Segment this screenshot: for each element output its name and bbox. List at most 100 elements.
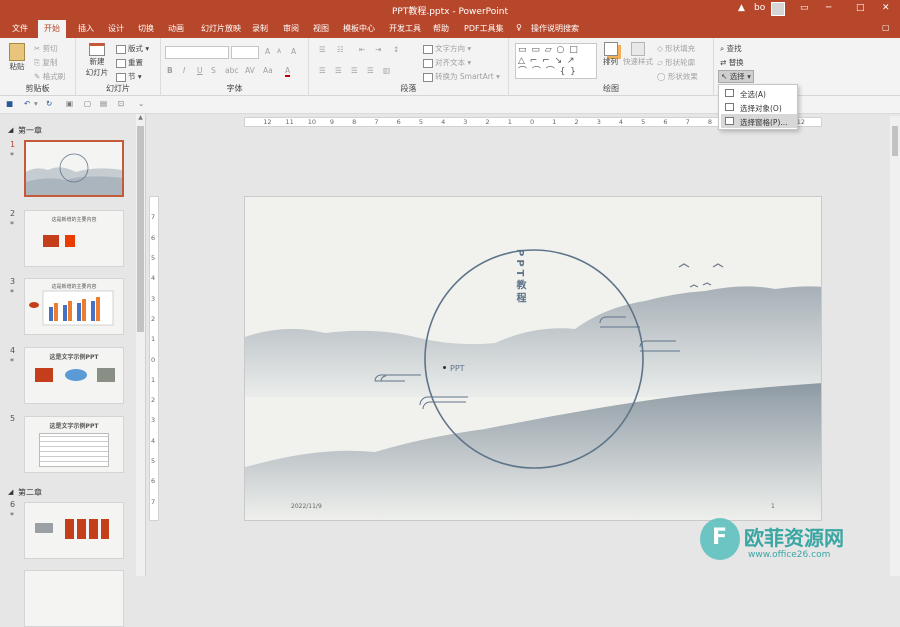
strikethrough-button[interactable]: S bbox=[211, 66, 216, 75]
shapes-gallery[interactable]: ▭ ▭ ▱ ○ □ △ ⌐ ⌐ ↘ ↗ ⌒ ⌒ ⌒ { } bbox=[515, 43, 597, 79]
change-case-button[interactable]: Aa bbox=[263, 66, 273, 75]
increase-indent-icon[interactable]: ⇥ bbox=[375, 45, 381, 54]
text-direction-button[interactable]: 文字方向 ▾ bbox=[423, 43, 471, 54]
font-size-box[interactable] bbox=[231, 46, 259, 59]
grow-font-button[interactable]: A bbox=[265, 47, 270, 56]
align-center-icon[interactable]: ☰ bbox=[335, 66, 342, 75]
slide-date[interactable]: 2022/11/9 bbox=[291, 503, 322, 510]
slide-thumbnail-3[interactable]: 这是新增的主要内容 bbox=[24, 278, 124, 335]
replace-button[interactable]: ⇄ 替换 bbox=[720, 57, 744, 68]
new-slide-button[interactable]: 新建 幻灯片 bbox=[82, 43, 112, 78]
decrease-indent-icon[interactable]: ⇤ bbox=[359, 45, 365, 54]
slide-thumbnail-7[interactable] bbox=[24, 570, 124, 627]
new-slide-qat-icon[interactable]: ▢ bbox=[84, 99, 91, 108]
section-header-1[interactable]: 第一章 bbox=[18, 125, 42, 136]
start-slideshow-icon[interactable]: ▣ bbox=[66, 99, 73, 108]
tab-home[interactable]: 开始 bbox=[38, 20, 66, 38]
tab-animations[interactable]: 动画 bbox=[168, 23, 184, 34]
close-button[interactable]: ✕ bbox=[882, 3, 890, 13]
menu-item-select-objects[interactable]: 选择对象(O) bbox=[721, 100, 797, 114]
justify-icon[interactable]: ☰ bbox=[367, 66, 374, 75]
select-button[interactable]: ↖ 选择 ▾ bbox=[718, 70, 754, 83]
tab-pdf-tools[interactable]: PDF工具集 bbox=[464, 23, 504, 34]
shape-outline-button[interactable]: ▱ 形状轮廓 bbox=[657, 57, 695, 68]
line-spacing-icon[interactable]: ↕ bbox=[393, 45, 399, 54]
tab-file[interactable]: 文件 bbox=[12, 23, 28, 34]
menu-item-select-all[interactable]: 全选(A) bbox=[721, 86, 797, 100]
minimize-button[interactable]: ─ bbox=[826, 3, 831, 13]
char-spacing-button[interactable]: AV bbox=[245, 66, 255, 75]
tab-slideshow[interactable]: 幻灯片放映 bbox=[201, 23, 241, 34]
tab-template-center[interactable]: 模板中心 bbox=[343, 23, 375, 34]
font-name-box[interactable] bbox=[165, 46, 229, 59]
slide-page-number[interactable]: 1 bbox=[771, 503, 775, 510]
scrollbar-thumb[interactable] bbox=[137, 126, 144, 332]
layout-button[interactable]: 版式 ▾ bbox=[116, 43, 149, 54]
editor-scrollbar[interactable] bbox=[890, 116, 900, 576]
tab-view[interactable]: 视图 bbox=[313, 23, 329, 34]
copy-button[interactable]: ⎘ 复制 bbox=[34, 57, 57, 68]
maximize-button[interactable]: □ bbox=[856, 3, 865, 13]
section-collapse-icon[interactable]: ◢ bbox=[8, 488, 13, 496]
thumbnail-scrollbar[interactable]: ▲ bbox=[136, 114, 145, 576]
font-color-button[interactable]: A bbox=[285, 66, 291, 77]
redo-icon[interactable]: ↻ bbox=[46, 99, 52, 108]
slide-thumbnail-2[interactable]: 这是新增的主要内容 bbox=[24, 210, 124, 267]
bold-button[interactable]: B bbox=[167, 66, 173, 75]
reset-button[interactable]: 重置 bbox=[116, 57, 143, 68]
quick-styles-button[interactable]: 快速样式 bbox=[623, 42, 653, 67]
picture-icon[interactable]: ▤ bbox=[100, 99, 107, 108]
clear-format-button[interactable]: A bbox=[291, 47, 296, 56]
numbering-icon[interactable]: ☷ bbox=[337, 45, 344, 54]
touch-mode-icon[interactable]: ⊡ bbox=[118, 99, 124, 108]
tab-insert[interactable]: 插入 bbox=[78, 23, 94, 34]
slide-thumbnail-5[interactable]: 这是文字示例PPT bbox=[24, 416, 124, 473]
smartart-button[interactable]: 转换为 SmartArt ▾ bbox=[423, 71, 500, 82]
menu-item-selection-pane[interactable]: 选择窗格(P)... bbox=[721, 114, 797, 128]
section-button[interactable]: 节 ▾ bbox=[116, 71, 142, 82]
slide-thumbnail-4[interactable]: 这是文字示例PPT bbox=[24, 347, 124, 404]
undo-dropdown-icon[interactable]: ▾ bbox=[34, 99, 38, 108]
tab-record[interactable]: 录制 bbox=[252, 23, 268, 34]
comments-icon[interactable]: ▢ bbox=[882, 23, 890, 32]
slide-canvas[interactable]: PPT教程 PPT 2022/11/9 1 bbox=[244, 196, 822, 521]
cut-button[interactable]: ✂ 剪切 bbox=[34, 43, 58, 54]
shrink-font-button[interactable]: A bbox=[277, 48, 281, 55]
tell-me-icon[interactable]: ♀ bbox=[516, 23, 522, 32]
slide-thumbnail-1[interactable] bbox=[24, 140, 124, 197]
align-text-button[interactable]: 对齐文本 ▾ bbox=[423, 57, 471, 68]
user-name[interactable]: bo bbox=[754, 3, 765, 13]
undo-icon[interactable]: ↶ bbox=[24, 99, 30, 108]
align-right-icon[interactable]: ☰ bbox=[351, 66, 358, 75]
tab-tell-me[interactable]: 操作说明搜索 bbox=[531, 23, 579, 34]
italic-button[interactable]: I bbox=[183, 66, 185, 75]
format-painter-button[interactable]: ✎ 格式刷 bbox=[34, 71, 65, 82]
ribbon-display-icon[interactable]: ▭ bbox=[800, 3, 809, 13]
tab-transitions[interactable]: 切换 bbox=[138, 23, 154, 34]
text-shadow-button[interactable]: abc bbox=[225, 66, 238, 75]
bullets-icon[interactable]: ☰ bbox=[319, 45, 326, 54]
avatar[interactable] bbox=[771, 2, 785, 16]
warning-icon[interactable]: ▲ bbox=[738, 3, 745, 13]
shape-effects-button[interactable]: ◯ 形状效果 bbox=[657, 71, 698, 82]
slide-subtitle[interactable]: PPT bbox=[450, 364, 465, 373]
find-button[interactable]: ⌕ 查找 bbox=[720, 43, 742, 54]
columns-icon[interactable]: ▥ bbox=[383, 66, 390, 75]
section-header-2[interactable]: 第二章 bbox=[18, 487, 42, 498]
save-icon[interactable]: ■ bbox=[6, 99, 13, 108]
scroll-up-icon[interactable]: ▲ bbox=[136, 114, 145, 121]
section-collapse-icon[interactable]: ◢ bbox=[8, 126, 13, 134]
underline-button[interactable]: U bbox=[197, 66, 203, 75]
tab-design[interactable]: 设计 bbox=[108, 23, 124, 34]
tab-help[interactable]: 帮助 bbox=[433, 23, 449, 34]
arrange-button[interactable]: 排列 bbox=[603, 42, 618, 67]
shape-fill-button[interactable]: ◇ 形状填充 bbox=[657, 43, 695, 54]
paste-button[interactable]: 粘贴 bbox=[6, 43, 28, 72]
slide-vertical-title[interactable]: PPT教程 bbox=[514, 249, 527, 305]
slide-thumbnail-6[interactable] bbox=[24, 502, 124, 559]
tab-developer[interactable]: 开发工具 bbox=[389, 23, 421, 34]
editor-scrollbar-thumb[interactable] bbox=[892, 126, 898, 156]
tab-review[interactable]: 审阅 bbox=[283, 23, 299, 34]
customize-qat-icon[interactable]: ⌄ bbox=[138, 99, 144, 108]
align-left-icon[interactable]: ☰ bbox=[319, 66, 326, 75]
